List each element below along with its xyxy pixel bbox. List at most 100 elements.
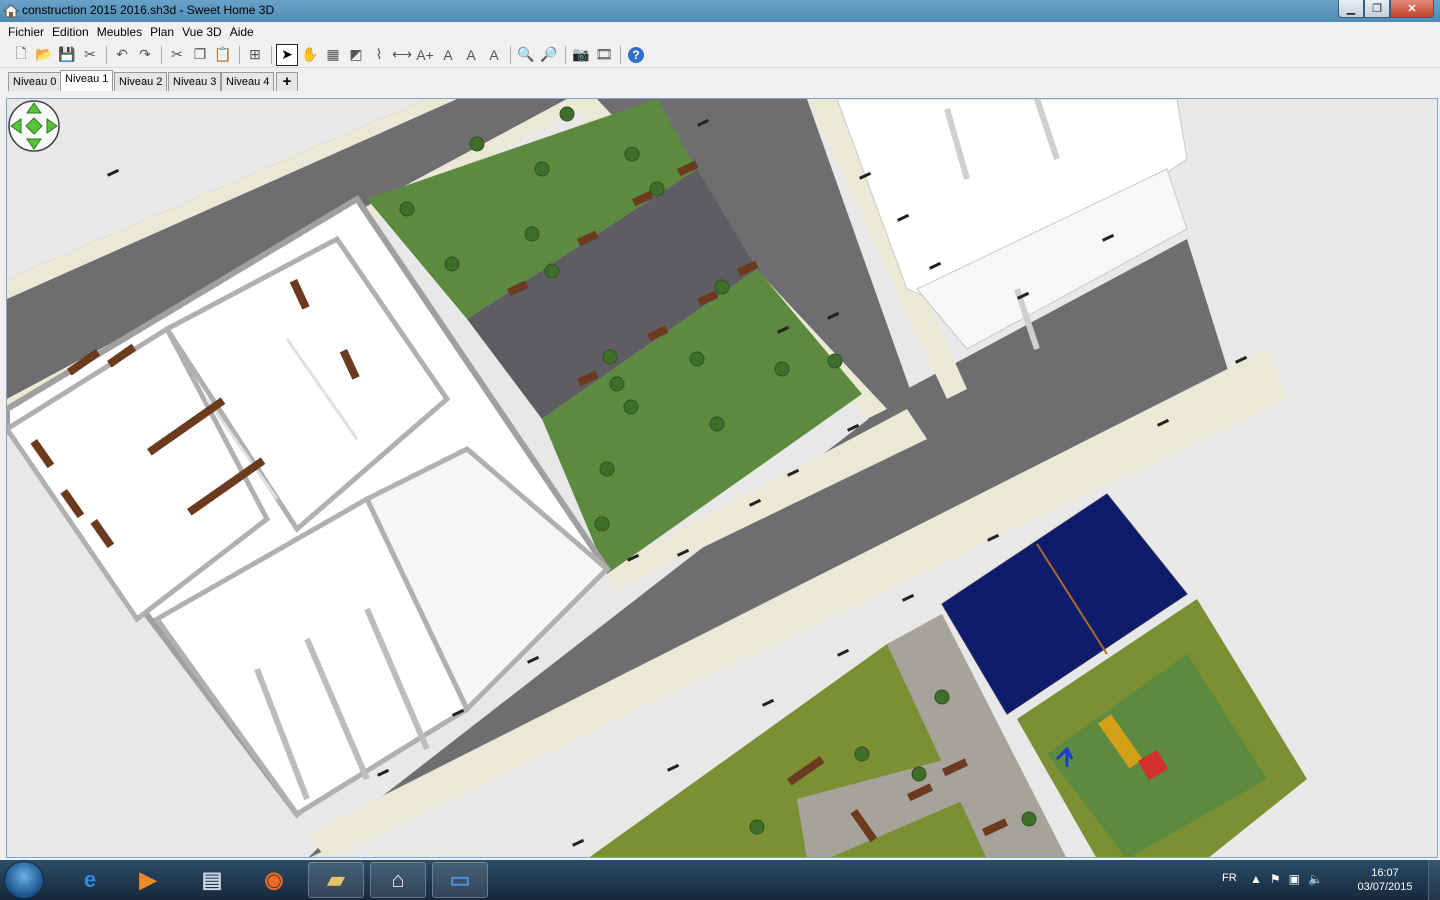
internet-explorer-taskbar-button[interactable]: e <box>62 862 118 898</box>
tree[interactable] <box>827 353 843 369</box>
window-title: construction 2015 2016.sh3d - Sweet Home… <box>22 3 275 17</box>
navigation-arrows-icon[interactable] <box>7 99 61 153</box>
create-polylines-button[interactable]: ⌇ <box>368 44 390 66</box>
tree[interactable] <box>911 766 927 782</box>
paste-button[interactable]: 📋 <box>212 44 234 66</box>
menu-vue3d[interactable]: Vue 3D <box>178 25 226 39</box>
plan-view[interactable] <box>6 98 1438 858</box>
tree[interactable] <box>714 279 730 295</box>
cut-tool-icon: ✂ <box>84 46 96 62</box>
tree[interactable] <box>774 361 790 377</box>
tree[interactable] <box>624 146 640 162</box>
tree[interactable] <box>934 689 950 705</box>
show-hidden-icons-icon[interactable]: ▲ <box>1250 872 1262 886</box>
windows-start-icon[interactable] <box>4 861 44 899</box>
cut-icon: ✂ <box>171 46 183 62</box>
increase-text-button[interactable]: A <box>460 44 482 66</box>
tab-niveau-1[interactable]: Niveau 1 <box>60 70 114 91</box>
site-plan[interactable] <box>7 99 1438 858</box>
tab-niveau-3[interactable]: Niveau 3 <box>168 72 222 91</box>
menu-plan[interactable]: Plan <box>146 25 178 39</box>
toolbar-separator <box>106 45 107 64</box>
menu-edition[interactable]: Edition <box>48 25 93 39</box>
redo-button[interactable]: ↷ <box>134 44 156 66</box>
open-button[interactable]: 📂 <box>33 44 55 66</box>
media-player-taskbar-button[interactable]: ▶ <box>120 862 176 898</box>
show-desktop-button[interactable] <box>1428 860 1440 900</box>
tree[interactable] <box>524 226 540 242</box>
tree[interactable] <box>602 349 618 365</box>
pan-mode-icon: ✋ <box>301 46 319 62</box>
create-photo-button[interactable]: 📷 <box>570 44 592 66</box>
create-video-button[interactable]: 🎞 <box>593 44 615 66</box>
firefox-taskbar-button[interactable]: ◉ <box>246 862 302 898</box>
close-button[interactable]: ✕ <box>1390 0 1434 18</box>
help-button[interactable]: ? <box>625 44 647 66</box>
create-dimensions-button[interactable]: ⟷ <box>391 44 413 66</box>
action-center-flag-icon[interactable]: ⚑ <box>1270 872 1281 886</box>
volume-icon[interactable]: 🔈 <box>1308 872 1323 886</box>
zoom-in-button[interactable]: 🔍 <box>515 44 537 66</box>
add-text-button[interactable]: A+ <box>414 44 436 66</box>
tree[interactable] <box>559 106 575 122</box>
create-dimensions-icon: ⟷ <box>391 46 413 62</box>
tree[interactable] <box>689 351 705 367</box>
minimize-button[interactable]: ▁ <box>1338 0 1364 18</box>
save-button[interactable]: 💾 <box>56 44 78 66</box>
select-mode-button[interactable]: ➤ <box>276 43 298 66</box>
tree[interactable] <box>534 161 550 177</box>
zoom-out-icon: 🔎 <box>540 46 558 62</box>
level-tabs: Niveau 0 Niveau 1 Niveau 2 Niveau 3 Nive… <box>0 70 1440 92</box>
tab-niveau-2[interactable]: Niveau 2 <box>114 72 168 91</box>
create-walls-button[interactable]: ▦ <box>322 44 344 66</box>
file-explorer-taskbar-button[interactable]: ▰ <box>308 862 364 898</box>
zoom-out-button[interactable]: 🔎 <box>538 44 560 66</box>
cut-button[interactable]: ✂ <box>166 44 188 66</box>
tree[interactable] <box>544 263 560 279</box>
odf-document-taskbar-button[interactable]: ▭ <box>432 862 488 898</box>
create-rooms-button[interactable]: ◩ <box>345 44 367 66</box>
cut-tool-button[interactable]: ✂ <box>79 44 101 66</box>
tree[interactable] <box>1021 811 1037 827</box>
menu-fichier[interactable]: Fichier <box>4 25 48 39</box>
tree[interactable] <box>399 201 415 217</box>
language-indicator[interactable]: FR <box>1222 872 1237 884</box>
toolbar: 🗋 📂 💾 ✂ ↶ ↷ ✂ ❐ 📋 ⊞ ➤ ✋ ▦ ◩ ⌇ ⟷ A+ A A A 🔍 🔎 📷 🎞? <box>0 42 1440 68</box>
create-walls-icon: ▦ <box>326 46 340 62</box>
help-icon: ? <box>628 46 644 63</box>
decrease-text-button[interactable]: A <box>483 44 505 66</box>
tree[interactable] <box>594 516 610 532</box>
minimize-icon: ▁ <box>1346 3 1356 15</box>
close-icon: ✕ <box>1407 3 1417 15</box>
tree[interactable] <box>709 416 725 432</box>
tree[interactable] <box>623 399 639 415</box>
tree[interactable] <box>854 746 870 762</box>
network-app-taskbar-button[interactable]: ▤ <box>184 862 240 898</box>
add-level-button[interactable]: + <box>276 72 298 91</box>
clock-date: 03/07/2015 <box>1357 881 1413 893</box>
toolbar-separator <box>510 45 511 64</box>
title-bar[interactable]: construction 2015 2016.sh3d - Sweet Home… <box>0 0 1440 22</box>
pan-mode-button[interactable]: ✋ <box>299 44 321 66</box>
tree[interactable] <box>609 376 625 392</box>
undo-button[interactable]: ↶ <box>111 44 133 66</box>
copy-button[interactable]: ❐ <box>189 44 211 66</box>
tab-niveau-4[interactable]: Niveau 4 <box>221 72 275 91</box>
clock[interactable]: 16:07 03/07/2015 <box>1348 866 1422 894</box>
tree[interactable] <box>599 461 615 477</box>
network-icon[interactable]: ▣ <box>1289 872 1300 886</box>
sweet-home-3d-taskbar-taskbar-button[interactable]: ⌂ <box>370 862 426 898</box>
tree[interactable] <box>649 181 665 197</box>
maximize-button[interactable]: ❐ <box>1364 0 1390 18</box>
tree[interactable] <box>444 256 460 272</box>
text-style-button[interactable]: A <box>437 44 459 66</box>
add-furniture-button[interactable]: ⊞ <box>244 44 266 66</box>
new-button[interactable]: 🗋 <box>10 44 32 66</box>
menu-aide[interactable]: Aide <box>226 25 258 39</box>
tree[interactable] <box>749 819 765 835</box>
menu-meubles[interactable]: Meubles <box>93 25 146 39</box>
decrease-text-icon: A <box>489 46 499 63</box>
tree[interactable] <box>469 136 485 152</box>
tab-niveau-0[interactable]: Niveau 0 <box>8 72 62 91</box>
toolbar-separator <box>620 45 621 64</box>
